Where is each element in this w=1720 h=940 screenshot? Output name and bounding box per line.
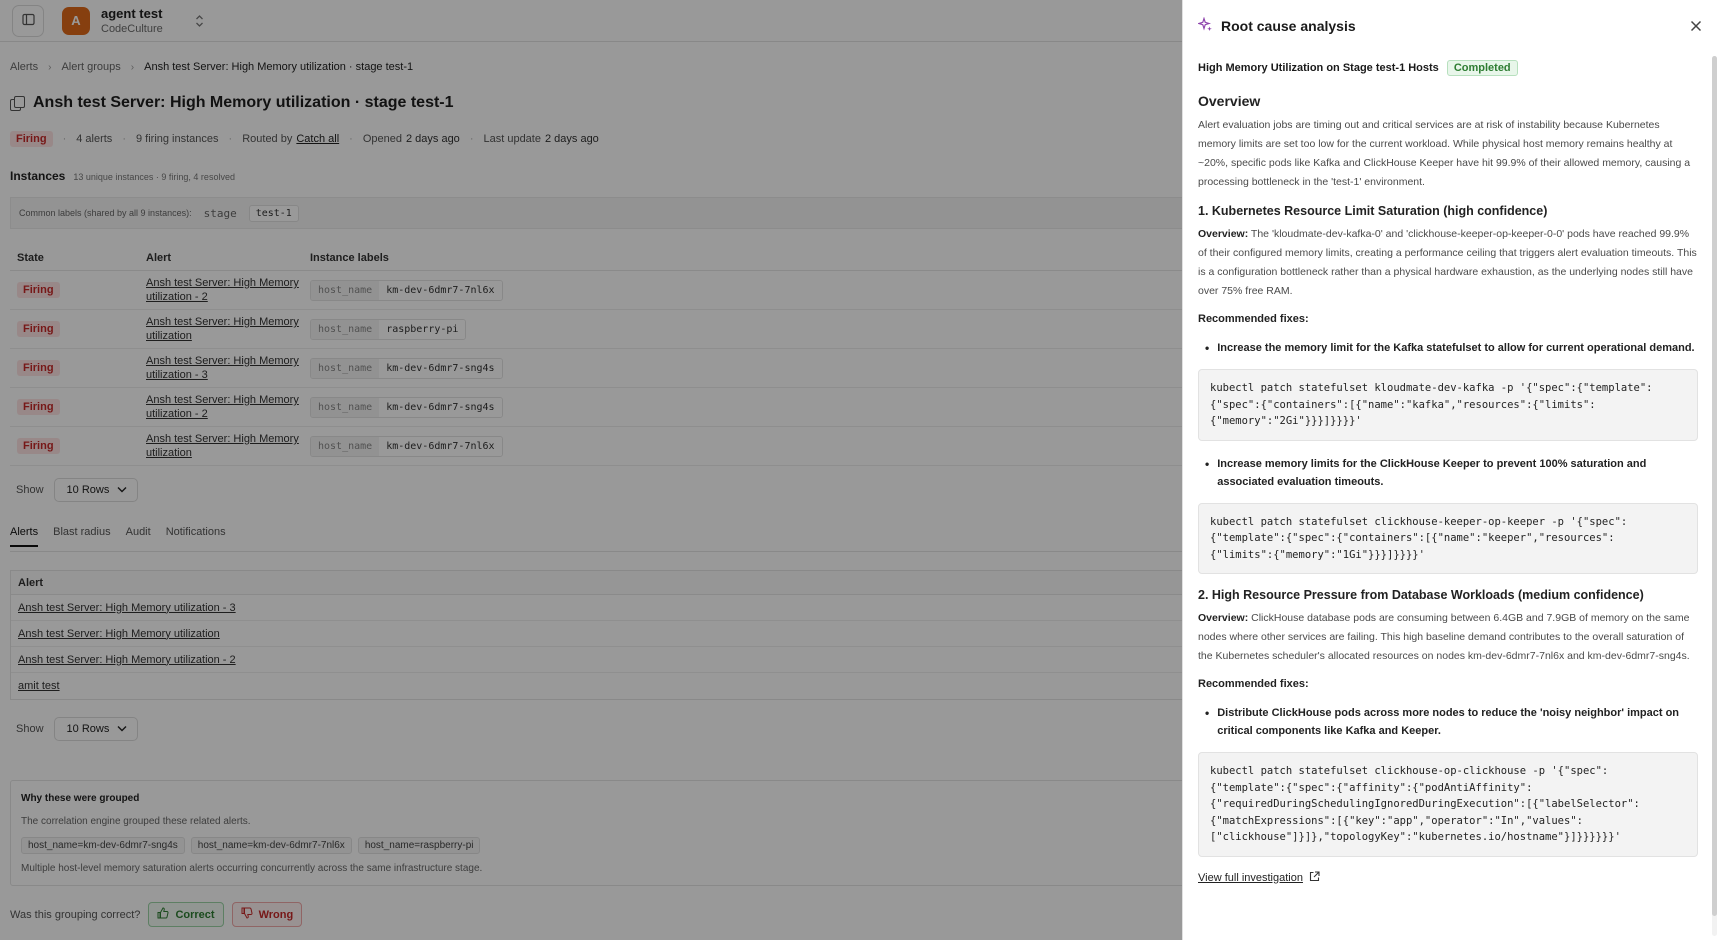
finding-1-fix-1: • Increase the memory limit for the Kafka… — [1205, 341, 1695, 355]
finding-1-code-1[interactable]: kubectl patch statefulset kloudmate-dev-… — [1198, 369, 1698, 441]
overview-heading: Overview — [1198, 93, 1261, 109]
panel-scrollbar-thumb[interactable] — [1712, 56, 1717, 916]
summary-row: High Memory Utilization on Stage test-1 … — [1198, 60, 1698, 76]
overview-text: Alert evaluation jobs are timing out and… — [1198, 119, 1691, 188]
finding-2-overview: Overview: ClickHouse database pods are c… — [1198, 612, 1690, 662]
panel-header: Root cause analysis — [1183, 0, 1720, 52]
close-icon[interactable] — [1690, 16, 1702, 37]
finding-1-fix-2: • Increase memory limits for the ClickHou… — [1205, 456, 1647, 488]
root-cause-panel: Root cause analysis High Memory Utilizat… — [1182, 0, 1720, 940]
modal-backdrop[interactable] — [0, 0, 1182, 940]
finding-2-fix-1: • Distribute ClickHouse pods across more … — [1205, 706, 1680, 737]
finding-2-code-1[interactable]: kubectl patch statefulset clickhouse-op-… — [1198, 752, 1698, 857]
summary-title: High Memory Utilization on Stage test-1 … — [1198, 62, 1439, 74]
status-badge: Completed — [1446, 60, 1518, 76]
finding-2-heading: 2. High Resource Pressure from Database … — [1198, 588, 1644, 602]
finding-1-recommended-label: Recommended fixes: — [1198, 313, 1309, 325]
view-full-investigation-link[interactable]: View full investigation — [1198, 870, 1698, 885]
finding-2-recommended-label: Recommended fixes: — [1198, 678, 1309, 690]
sparkle-icon — [1197, 16, 1213, 36]
external-link-icon — [1309, 870, 1320, 885]
finding-1-overview: Overview: The 'kloudmate-dev-kafka-0' an… — [1198, 228, 1697, 297]
finding-1-code-2[interactable]: kubectl patch statefulset clickhouse-kee… — [1198, 502, 1698, 574]
finding-1-heading: 1. Kubernetes Resource Limit Saturation … — [1198, 204, 1548, 218]
panel-content: High Memory Utilization on Stage test-1 … — [1198, 52, 1698, 885]
panel-title: Root cause analysis — [1221, 18, 1356, 34]
